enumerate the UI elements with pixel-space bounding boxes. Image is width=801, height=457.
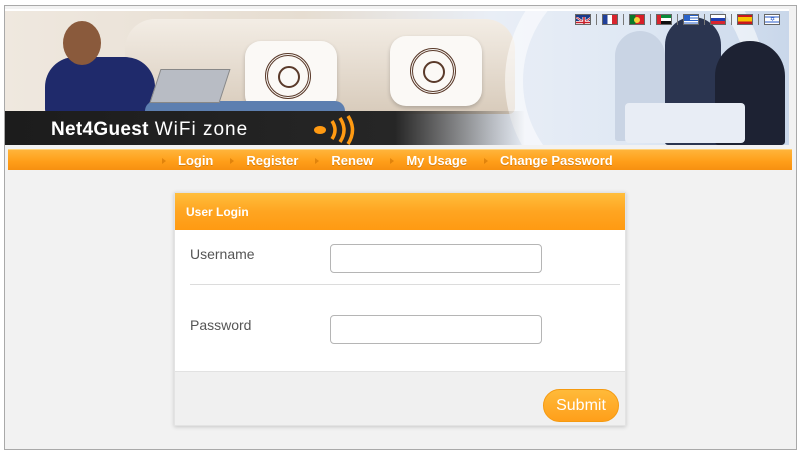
spain-flag-icon[interactable] — [737, 13, 753, 25]
nav-links: Login Register Renew My Usage Change Pas… — [161, 150, 646, 171]
login-panel-footer: Submit — [175, 371, 625, 425]
password-input[interactable] — [330, 315, 542, 344]
banner-photo: Net4Guest WiFi zone — [5, 11, 789, 145]
brand-name: Net4Guest — [51, 119, 149, 140]
submit-button[interactable]: Submit — [543, 389, 619, 422]
nav-my-usage-link[interactable]: My Usage — [390, 153, 467, 168]
brand-logo: Net4Guest WiFi zone — [51, 119, 248, 141]
header-banner: Net4Guest WiFi zone — [5, 9, 789, 145]
form-divider — [190, 284, 620, 285]
business-people-illustration — [605, 11, 789, 145]
portugal-flag-icon[interactable] — [629, 13, 645, 25]
login-panel-title: User Login — [186, 205, 249, 219]
greece-flag-icon[interactable] — [683, 13, 699, 25]
man-with-laptop-illustration — [35, 21, 345, 121]
brand-tagline: WiFi zone — [154, 119, 249, 140]
main-nav: Login Register Renew My Usage Change Pas… — [8, 149, 792, 170]
user-login-panel: User Login Username Password Submit — [174, 192, 626, 426]
username-label: Username — [190, 246, 255, 262]
login-panel-header: User Login — [175, 193, 625, 230]
password-label: Password — [190, 317, 252, 333]
language-selector: ✡ — [575, 13, 780, 25]
uk-flag-icon[interactable] — [575, 13, 591, 25]
france-flag-icon[interactable] — [602, 13, 618, 25]
nav-renew-link[interactable]: Renew — [315, 153, 373, 168]
pillow-illustration — [390, 36, 482, 106]
nav-register-link[interactable]: Register — [230, 153, 298, 168]
username-input[interactable] — [330, 244, 542, 273]
wifi-signal-icon — [314, 115, 355, 145]
nav-login-link[interactable]: Login — [161, 153, 213, 168]
russia-flag-icon[interactable] — [710, 13, 726, 25]
nav-change-password-link[interactable]: Change Password — [484, 153, 613, 168]
israel-flag-icon[interactable]: ✡ — [764, 13, 780, 25]
uae-flag-icon[interactable] — [656, 13, 672, 25]
